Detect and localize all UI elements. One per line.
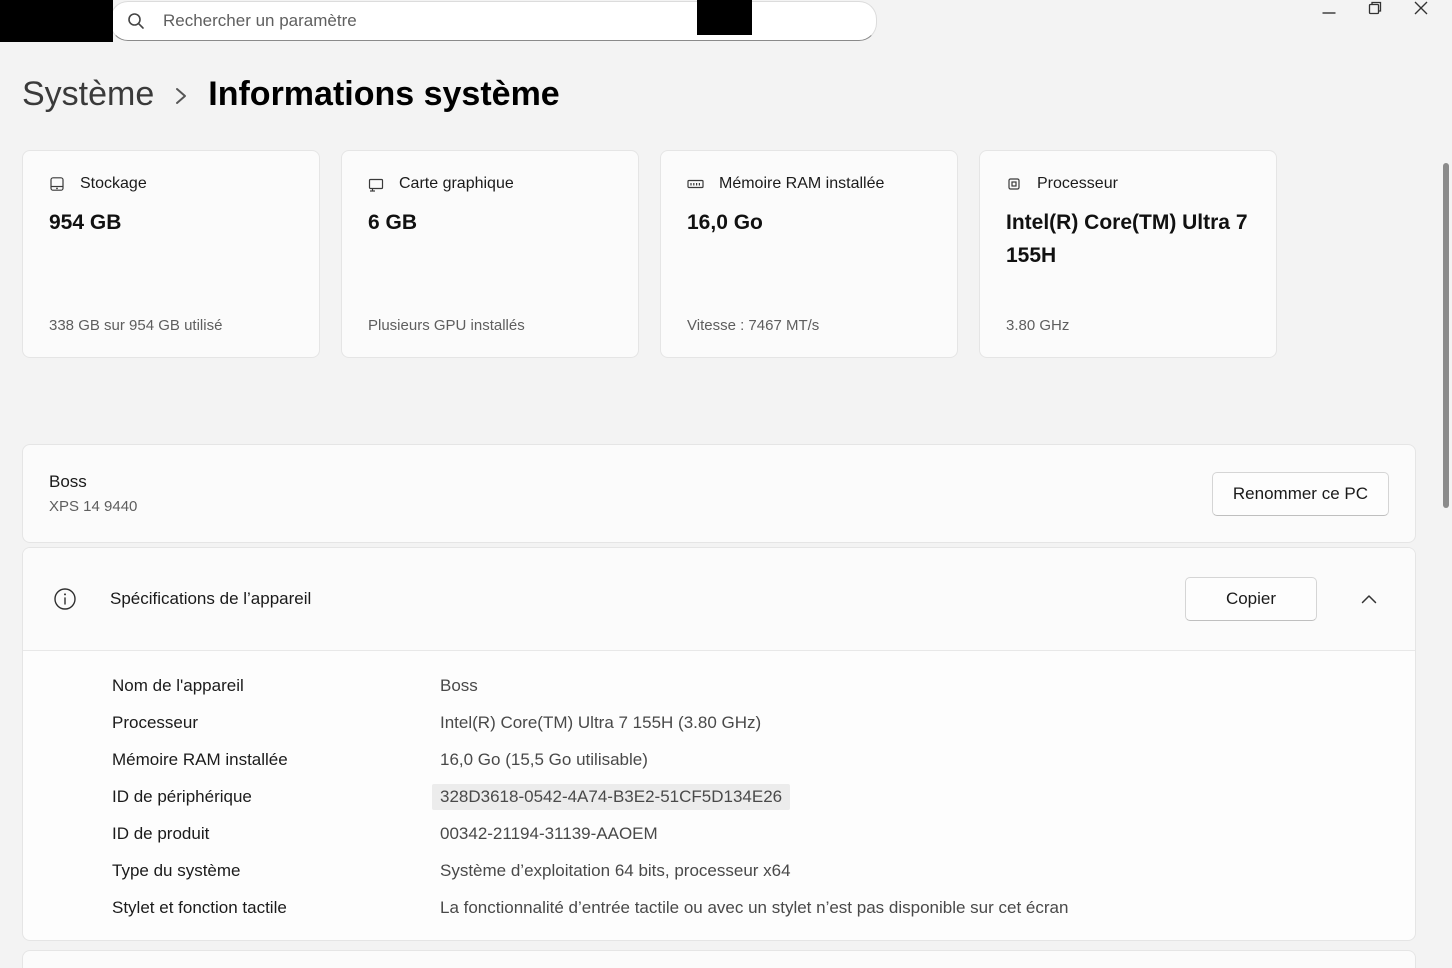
device-info: Boss XPS 14 9440 xyxy=(49,471,137,516)
spec-row: Processeur Intel(R) Core(TM) Ultra 7 155… xyxy=(23,704,1415,741)
device-name: Boss xyxy=(49,472,87,491)
spec-row: ID de produit 00342-21194-31139-AAOEM xyxy=(23,815,1415,852)
spec-row: Type du système Système d’exploitation 6… xyxy=(23,852,1415,889)
cpu-icon xyxy=(1006,176,1022,192)
card-title: Mémoire RAM installée xyxy=(719,175,885,192)
breadcrumb: Système Informations système xyxy=(22,71,560,117)
settings-about-page: { "search": { "placeholder": "Rechercher… xyxy=(0,0,1452,968)
card-subtitle: Plusieurs GPU installés xyxy=(368,317,525,334)
restore-icon xyxy=(1368,1,1382,15)
device-specifications-card: Spécifications de l’appareil Copier Nom … xyxy=(22,547,1416,941)
minimize-icon xyxy=(1322,1,1336,15)
spec-value: Système d’exploitation 64 bits, processe… xyxy=(440,860,791,880)
spec-value: La fonctionnalité d’entrée tactile ou av… xyxy=(440,897,1069,917)
overview-cards: Stockage 954 GB 338 GB sur 954 GB utilis… xyxy=(22,150,1277,358)
cpu-card: Processeur Intel(R) Core(TM) Ultra 7 155… xyxy=(979,150,1277,358)
spec-label: Nom de l'appareil xyxy=(112,675,244,695)
spec-label: Mémoire RAM installée xyxy=(112,749,288,769)
spec-label: Type du système xyxy=(112,860,241,880)
card-subtitle: 338 GB sur 954 GB utilisé xyxy=(49,317,223,334)
device-model: XPS 14 9440 xyxy=(49,498,138,515)
gpu-icon xyxy=(368,176,384,192)
restore-button[interactable] xyxy=(1352,0,1398,22)
device-specifications-expander[interactable]: Spécifications de l’appareil Copier xyxy=(23,548,1415,651)
storage-icon xyxy=(49,176,65,192)
card-subtitle: Vitesse : 7467 MT/s xyxy=(687,317,820,334)
chevron-up-icon xyxy=(1361,594,1377,604)
close-button[interactable] xyxy=(1398,0,1444,22)
spec-value-device-id: 328D3618-0542-4A74-B3E2-51CF5D134E26 xyxy=(432,783,791,810)
redaction-block xyxy=(697,0,752,35)
spec-label: ID de périphérique xyxy=(112,786,252,806)
info-icon xyxy=(53,587,77,611)
breadcrumb-parent[interactable]: Système xyxy=(22,71,154,117)
ram-icon xyxy=(687,176,704,192)
rename-pc-button[interactable]: Renommer ce PC xyxy=(1211,471,1389,516)
next-section-card-partial[interactable] xyxy=(22,950,1416,968)
window-controls xyxy=(1306,0,1444,22)
card-value: Intel(R) Core(TM) Ultra 7 155H xyxy=(1006,211,1248,267)
settings-search-box[interactable] xyxy=(110,1,877,41)
spec-row: Stylet et fonction tactile La fonctionna… xyxy=(23,889,1415,926)
spec-label: ID de produit xyxy=(112,823,210,843)
spec-row: ID de périphérique 328D3618-0542-4A74-B3… xyxy=(23,778,1415,815)
storage-card: Stockage 954 GB 338 GB sur 954 GB utilis… xyxy=(22,150,320,358)
search-icon xyxy=(127,12,145,30)
spec-value: Intel(R) Core(TM) Ultra 7 155H (3.80 GHz… xyxy=(440,712,762,732)
spec-value: 16,0 Go (15,5 Go utilisable) xyxy=(440,749,648,769)
copy-button[interactable]: Copier xyxy=(1185,577,1317,621)
minimize-button[interactable] xyxy=(1306,0,1352,22)
redaction-block xyxy=(0,0,113,42)
ram-card: Mémoire RAM installée 16,0 Go Vitesse : … xyxy=(660,150,958,358)
card-title: Processeur xyxy=(1037,175,1118,192)
device-name-card: Boss XPS 14 9440 Renommer ce PC xyxy=(22,444,1416,543)
search-input[interactable] xyxy=(163,11,860,31)
vertical-scrollbar[interactable] xyxy=(1443,163,1449,508)
close-icon xyxy=(1414,1,1428,15)
card-title: Stockage xyxy=(80,175,147,192)
card-value: 16,0 Go xyxy=(687,211,763,234)
card-value: 6 GB xyxy=(368,211,418,234)
card-title: Carte graphique xyxy=(399,175,514,192)
spec-row: Mémoire RAM installée 16,0 Go (15,5 Go u… xyxy=(23,741,1415,778)
specs-section-title: Spécifications de l’appareil xyxy=(110,589,312,608)
spec-value: 00342-21194-31139-AAOEM xyxy=(440,823,658,843)
spec-value: Boss xyxy=(440,675,478,695)
breadcrumb-chevron-icon xyxy=(172,82,190,107)
card-value: 954 GB xyxy=(49,211,122,234)
spec-label: Processeur xyxy=(112,712,198,732)
specs-table: Nom de l'appareil Boss Processeur Intel(… xyxy=(23,651,1415,940)
page-title: Informations système xyxy=(208,75,560,113)
spec-label: Stylet et fonction tactile xyxy=(112,897,287,917)
collapse-button[interactable] xyxy=(1349,579,1389,619)
card-subtitle: 3.80 GHz xyxy=(1006,317,1070,334)
spec-row: Nom de l'appareil Boss xyxy=(23,667,1415,704)
gpu-card: Carte graphique 6 GB Plusieurs GPU insta… xyxy=(341,150,639,358)
